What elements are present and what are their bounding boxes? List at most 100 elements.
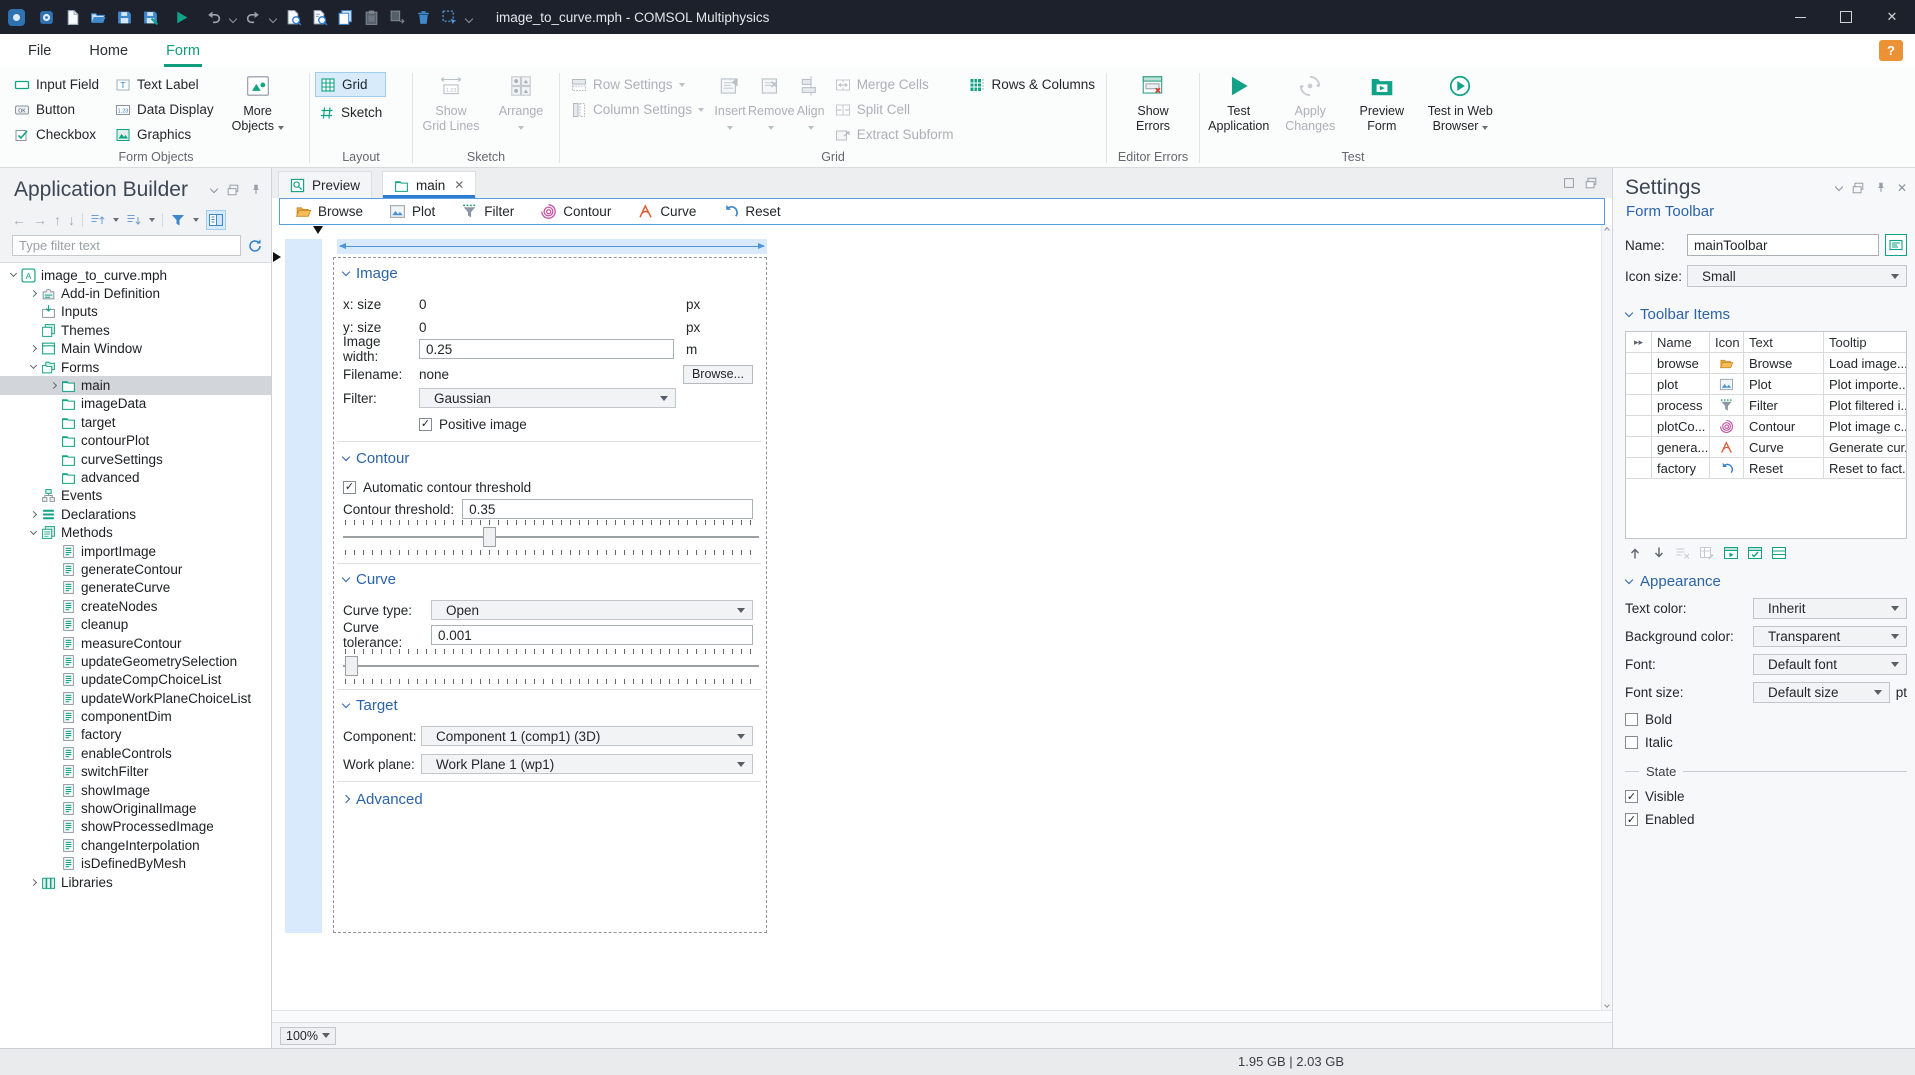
undo-dropdown-icon[interactable]: [228, 10, 238, 25]
grid-mode-button[interactable]: Grid: [315, 72, 387, 97]
filter-tree-icon[interactable]: [170, 212, 186, 228]
section-target[interactable]: Target: [341, 695, 398, 715]
tab-file[interactable]: File: [26, 34, 53, 67]
add-toggle-item-icon[interactable]: [1723, 545, 1739, 561]
float-panel-icon[interactable]: [226, 183, 240, 197]
section-advanced[interactable]: Advanced: [341, 789, 423, 809]
reset-toolbar-button[interactable]: Reset: [722, 203, 781, 220]
panel-menu-icon[interactable]: [1834, 182, 1844, 191]
checkbox-object-button[interactable]: Checkbox: [10, 122, 103, 147]
tree-item-showProcessedImage[interactable]: showProcessedImage: [0, 818, 271, 836]
curve-tolerance-slider[interactable]: [343, 649, 759, 684]
delete-icon[interactable]: [415, 9, 432, 26]
zoom-dropdown[interactable]: 100%: [280, 1026, 336, 1045]
minimize-button[interactable]: [1777, 0, 1823, 34]
move-down-icon[interactable]: ↓: [68, 212, 75, 228]
tree-expander-icon[interactable]: [26, 527, 41, 535]
tree-item-imageData[interactable]: imageData: [0, 395, 271, 413]
browse-toolbar-button[interactable]: Browse: [295, 203, 363, 220]
item-name-cell[interactable]: process: [1652, 395, 1710, 416]
name-edit-button[interactable]: [1885, 234, 1907, 256]
pin-icon[interactable]: [249, 183, 263, 197]
font-dropdown[interactable]: Default font: [1753, 654, 1907, 675]
curve-tolerance-input[interactable]: 0.001: [431, 625, 753, 645]
table-row-handle[interactable]: [1626, 353, 1652, 374]
redo-dropdown-icon[interactable]: [268, 10, 278, 25]
tree-item-main[interactable]: main: [0, 376, 271, 395]
grid-column-band[interactable]: [337, 239, 767, 254]
grid-column-marker[interactable]: [313, 226, 323, 234]
tab-preview[interactable]: Preview: [278, 171, 373, 198]
table-row-handle[interactable]: [1626, 374, 1652, 395]
show-in-settings-toggle[interactable]: [206, 210, 226, 230]
float-editor-icon[interactable]: [1584, 176, 1598, 190]
browse-file-button[interactable]: Browse...: [683, 364, 753, 384]
tree-item-Add-in Definition[interactable]: Add-in Definition: [0, 284, 271, 302]
tab-main[interactable]: main ✕: [382, 171, 477, 198]
close-button[interactable]: ✕: [1869, 0, 1915, 34]
rows-columns-button[interactable]: Rows & Columns: [965, 72, 1099, 97]
item-text-cell[interactable]: Reset: [1744, 458, 1824, 479]
form-design-surface[interactable]: Image x: size 0 px y: size 0 px Image width:…: [333, 257, 767, 933]
preview-form-button[interactable]: Preview Form: [1346, 69, 1418, 134]
contour-toolbar-button[interactable]: Contour: [540, 203, 611, 220]
appearance-header[interactable]: Appearance: [1624, 573, 1907, 590]
item-tooltip-cell[interactable]: Generate cur...: [1824, 437, 1906, 458]
vertical-scrollbar[interactable]: [1601, 225, 1612, 1010]
text-color-dropdown[interactable]: Inherit: [1753, 598, 1907, 619]
contour-threshold-input[interactable]: 0.35: [462, 499, 753, 519]
forward-icon[interactable]: →: [33, 212, 47, 228]
tree-item-importImage[interactable]: importImage: [0, 542, 271, 560]
bold-checkbox[interactable]: [1625, 713, 1638, 726]
tree-item-measureContour[interactable]: measureContour: [0, 634, 271, 652]
show-errors-button[interactable]: Show Errors: [1117, 69, 1189, 134]
tree-item-image_to_curve.mph[interactable]: Aimage_to_curve.mph: [0, 266, 271, 284]
float-panel-icon[interactable]: [1851, 181, 1865, 195]
item-tooltip-cell[interactable]: Plot image c...: [1824, 416, 1906, 437]
tree-item-createNodes[interactable]: createNodes: [0, 597, 271, 615]
tree-item-contourPlot[interactable]: contourPlot: [0, 432, 271, 450]
tree-item-updateWorkPlaneChoiceList[interactable]: updateWorkPlaneChoiceList: [0, 689, 271, 707]
undo-icon[interactable]: [205, 9, 222, 26]
tree-item-Events[interactable]: Events: [0, 487, 271, 505]
item-name-cell[interactable]: browse: [1652, 353, 1710, 374]
back-icon[interactable]: ←: [12, 212, 26, 228]
add-separator-item-icon[interactable]: [1771, 545, 1787, 561]
save-icon[interactable]: [116, 9, 133, 26]
test-application-button[interactable]: Test Application: [1203, 69, 1275, 134]
tree-item-Methods[interactable]: Methods: [0, 523, 271, 541]
positive-image-checkbox[interactable]: [419, 417, 432, 431]
visible-checkbox[interactable]: [1625, 790, 1638, 803]
tree-item-showImage[interactable]: showImage: [0, 781, 271, 799]
tree-item-Main Window[interactable]: Main Window: [0, 340, 271, 358]
tree-item-generateCurve[interactable]: generateCurve: [0, 579, 271, 597]
tree-item-updateCompChoiceList[interactable]: updateCompChoiceList: [0, 671, 271, 689]
tree-item-enableControls[interactable]: enableControls: [0, 744, 271, 762]
section-curve[interactable]: Curve: [341, 569, 396, 589]
input-field-button[interactable]: Input Field: [10, 72, 103, 97]
tree-item-factory[interactable]: factory: [0, 726, 271, 744]
maximize-editor-icon[interactable]: [1562, 176, 1576, 190]
tree-item-generateContour[interactable]: generateContour: [0, 560, 271, 578]
tree-expander-icon[interactable]: [26, 878, 41, 886]
model-wizard-icon[interactable]: [38, 9, 55, 26]
background-color-dropdown[interactable]: Transparent: [1753, 626, 1907, 647]
section-image[interactable]: Image: [341, 263, 398, 283]
item-text-cell[interactable]: Filter: [1744, 395, 1824, 416]
item-tooltip-cell[interactable]: Plot filtered i...: [1824, 395, 1906, 416]
tree-item-advanced[interactable]: advanced: [0, 468, 271, 486]
curve-type-dropdown[interactable]: Open: [431, 600, 753, 620]
image-width-input[interactable]: 0.25: [419, 339, 674, 359]
tree-item-changeInterpolation[interactable]: changeInterpolation: [0, 836, 271, 854]
item-name-cell[interactable]: plotCo...: [1652, 416, 1710, 437]
form-canvas[interactable]: Image x: size 0 px y: size 0 px Image width:…: [272, 225, 1612, 1010]
grid-row-band[interactable]: [285, 239, 322, 933]
horizontal-scrollbar[interactable]: [272, 1010, 1612, 1022]
item-text-cell[interactable]: Plot: [1744, 374, 1824, 395]
grid-row-marker[interactable]: [273, 252, 281, 262]
panel-menu-icon[interactable]: [209, 184, 219, 193]
data-display-button[interactable]: 1.23 Data Display: [111, 97, 218, 122]
pin-icon[interactable]: [1874, 181, 1888, 195]
run-icon[interactable]: [173, 9, 190, 26]
tree-item-target[interactable]: target: [0, 413, 271, 431]
